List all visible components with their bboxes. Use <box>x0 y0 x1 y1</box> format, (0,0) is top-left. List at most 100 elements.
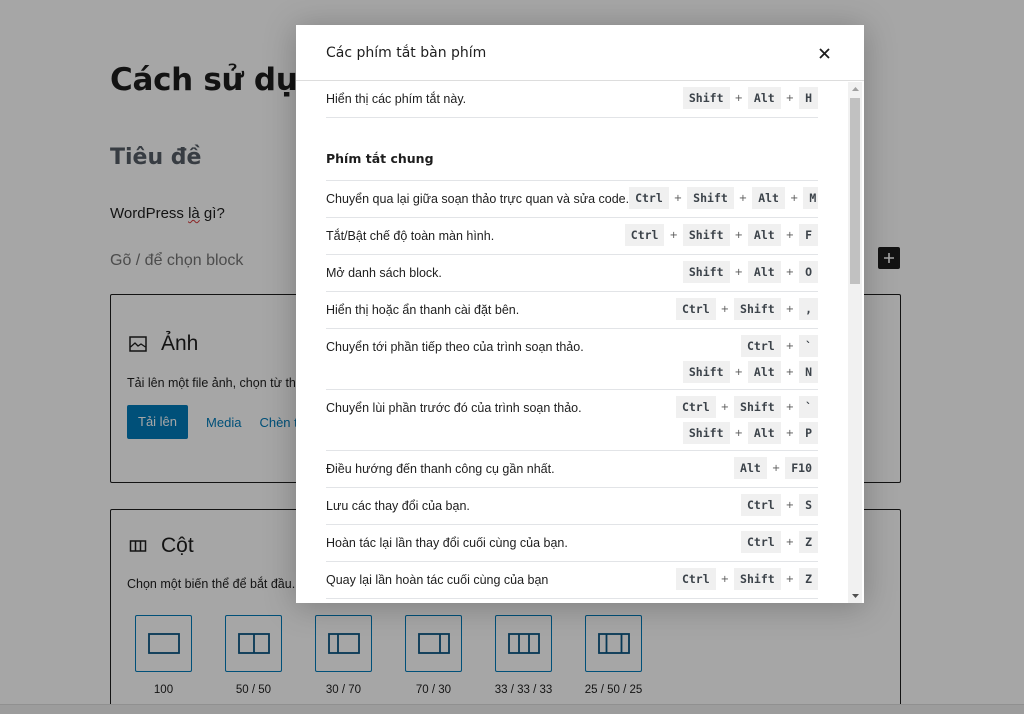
plus-separator: + <box>785 573 795 585</box>
shortcut-row: Lưu các thay đổi của bạn. Ctrl + S <box>326 488 818 525</box>
keyboard-key: Z <box>799 531 818 553</box>
plus-separator: + <box>734 366 743 378</box>
keyboard-key: Z <box>799 568 818 590</box>
shortcut-row: Hiển thị các phím tắt này. Shift + Alt + H <box>326 81 818 118</box>
shortcut-description: Quay lại lần hoàn tác cuối cùng của bạn <box>326 573 549 587</box>
modal-title: Các phím tắt bàn phím <box>326 44 487 61</box>
plus-separator: + <box>785 366 795 378</box>
modal-scrollbar[interactable] <box>848 82 862 603</box>
shortcut-section-title: Phím tắt chung <box>326 151 818 181</box>
keyboard-key: Shift <box>734 396 781 418</box>
plus-separator: + <box>720 401 730 413</box>
keyboard-key: Shift <box>682 224 730 246</box>
key-combination: Shift + Alt + H <box>682 87 818 109</box>
keyboard-key: M <box>803 187 818 209</box>
shortcut-row: Chuyển tới phần tiếp theo của trình soạn… <box>326 329 818 390</box>
shortcut-row: Quay lại lần hoàn tác cuối cùng của bạn C… <box>326 562 818 599</box>
keyboard-key: Ctrl <box>675 568 716 590</box>
shortcut-description: Mở danh sách block. <box>326 266 442 280</box>
shortcut-description: Hiển thị hoặc ẩn thanh cài đặt bên. <box>326 303 520 317</box>
plus-separator: + <box>785 340 795 352</box>
plus-separator: + <box>785 401 795 413</box>
plus-separator: + <box>785 427 795 439</box>
shortcut-row: Chuyển lùi phần trước đó của trình soạn … <box>326 390 818 451</box>
keyboard-key: N <box>799 361 818 383</box>
plus-separator: + <box>789 192 799 204</box>
plus-separator: + <box>771 462 781 474</box>
plus-separator: + <box>734 266 743 278</box>
key-combination: Alt + F10 <box>734 457 818 479</box>
keyboard-key: Alt <box>747 224 781 246</box>
plus-separator: + <box>785 266 795 278</box>
close-icon <box>818 47 830 59</box>
scroll-up-button[interactable] <box>848 82 862 96</box>
shortcut-key-combos: Ctrl + S <box>740 494 818 516</box>
keyboard-key: Shift <box>682 422 730 444</box>
shortcut-key-combos: Ctrl + Shift + ` Shift + Alt + P <box>675 396 818 444</box>
plus-separator: + <box>734 92 743 104</box>
shortcut-row: Chuyển qua lại giữa soạn thảo trực quan … <box>326 181 818 218</box>
plus-separator: + <box>785 499 795 511</box>
caret-up-icon <box>851 87 859 91</box>
keyboard-key: , <box>799 298 818 320</box>
keyboard-key: Alt <box>747 261 781 283</box>
shortcut-description: Hoàn tác lại lần thay đổi cuối cùng của … <box>326 536 568 550</box>
shortcut-key-combos: Ctrl + Shift +, <box>675 298 818 320</box>
keyboard-key: Ctrl <box>740 531 781 553</box>
keyboard-key: Shift <box>682 87 730 109</box>
shortcut-description: Hiển thị các phím tắt này. <box>326 92 467 106</box>
plus-separator: + <box>734 229 743 241</box>
key-combination: Ctrl + ` <box>740 335 818 357</box>
plus-separator: + <box>669 229 678 241</box>
key-combination: Shift + Alt + N <box>682 361 818 383</box>
keyboard-key: Ctrl <box>740 335 781 357</box>
keyboard-key: Ctrl <box>675 298 716 320</box>
shortcut-key-combos: Ctrl + Shift + Alt + F <box>624 224 818 246</box>
keyboard-key: F <box>799 224 818 246</box>
shortcut-key-combos: Shift + Alt + H <box>682 87 818 109</box>
plus-separator: + <box>785 229 795 241</box>
shortcut-row: Hiển thị hoặc ẩn thanh cài đặt bên. Ctrl +… <box>326 292 818 329</box>
shortcut-row: Điều hướng đến thanh công cụ gần nhất. Al… <box>326 451 818 488</box>
keyboard-key: O <box>799 261 818 283</box>
plus-separator: + <box>738 192 748 204</box>
keyboard-key: Alt <box>734 457 767 479</box>
keyboard-key: Alt <box>747 422 781 444</box>
key-combination: Ctrl + Shift +, <box>675 298 818 320</box>
keyboard-key: Shift <box>682 361 730 383</box>
scroll-down-button[interactable] <box>848 589 862 603</box>
scroll-thumb[interactable] <box>850 98 860 284</box>
keyboard-key: S <box>799 494 818 516</box>
key-combination: Shift + Alt + O <box>682 261 818 283</box>
key-combination: Shift + Alt + P <box>682 422 818 444</box>
caret-down-icon <box>851 594 859 598</box>
shortcut-description: Chuyển tới phần tiếp theo của trình soạn… <box>326 340 584 354</box>
shortcut-row: Mở danh sách block. Shift + Alt + O <box>326 255 818 292</box>
shortcut-description: Chuyển qua lại giữa soạn thảo trực quan … <box>326 192 630 206</box>
keyboard-key: ` <box>799 335 818 357</box>
key-combination: Ctrl + Shift + Alt + F <box>624 224 818 246</box>
key-combination: Ctrl + S <box>740 494 818 516</box>
keyboard-key: Alt <box>752 187 785 209</box>
keyboard-key: Ctrl <box>629 187 669 209</box>
keyboard-key: Ctrl <box>675 396 716 418</box>
plus-separator: + <box>720 573 730 585</box>
modal-header: Các phím tắt bàn phím <box>296 25 864 81</box>
shortcut-row: Hoàn tác lại lần thay đổi cuối cùng của … <box>326 525 818 562</box>
plus-separator: + <box>720 303 730 315</box>
keyboard-key: Shift <box>682 261 730 283</box>
shortcut-key-combos: Ctrl + ` Shift + Alt + N <box>682 335 818 383</box>
shortcut-key-combos: Ctrl + Shift + Z <box>675 568 818 590</box>
keyboard-key: Alt <box>747 87 781 109</box>
plus-separator: + <box>785 92 795 104</box>
shortcut-row: Tắt/Bật chế độ toàn màn hình. Ctrl + Shift +… <box>326 218 818 255</box>
keyboard-key: Alt <box>747 361 781 383</box>
shortcut-description: Lưu các thay đổi của bạn. <box>326 499 470 513</box>
close-button[interactable] <box>814 43 834 63</box>
plus-separator: + <box>785 536 795 548</box>
plus-separator: + <box>673 192 683 204</box>
plus-separator: + <box>734 427 743 439</box>
keyboard-key: H <box>799 87 818 109</box>
plus-separator: + <box>785 303 795 315</box>
keyboard-key: Shift <box>734 298 781 320</box>
